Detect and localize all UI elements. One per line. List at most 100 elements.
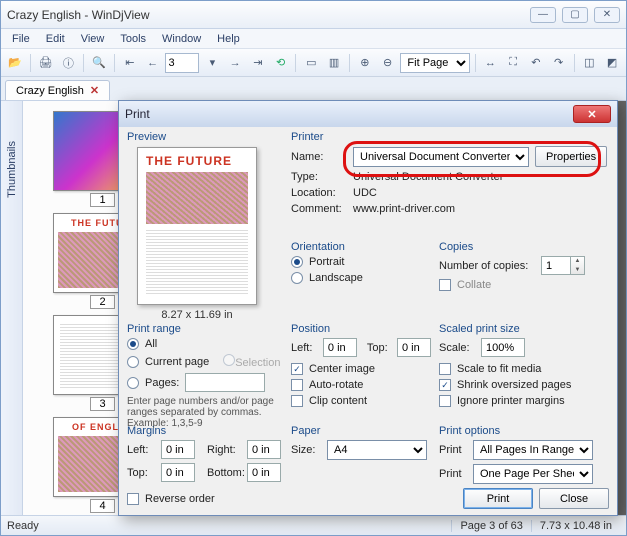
portrait-radio[interactable] <box>291 256 303 268</box>
margin-top-input[interactable] <box>161 463 195 482</box>
pos-top-input[interactable] <box>397 338 431 357</box>
collate-checkbox[interactable] <box>439 279 451 291</box>
printer-name-select[interactable]: Universal Document Converter <box>353 147 529 167</box>
layout-single-icon[interactable]: ▭ <box>301 53 321 73</box>
status-ready: Ready <box>7 520 39 532</box>
zoom-out-icon[interactable]: ⊖ <box>378 53 398 73</box>
paper-size-select[interactable]: A4 <box>327 440 427 460</box>
menu-help[interactable]: Help <box>210 31 247 47</box>
info-icon[interactable]: ⓘ <box>58 53 78 73</box>
clip-content-checkbox[interactable] <box>291 395 303 407</box>
dialog-title: Print <box>125 107 573 121</box>
maximize-button[interactable]: ▢ <box>562 7 588 23</box>
print-icon[interactable]: 🖨 <box>36 53 56 73</box>
zoom-mode-select[interactable]: Fit Page <box>400 53 469 73</box>
print-options-label: Print options <box>439 425 609 437</box>
printer-type-label: Type: <box>291 171 347 183</box>
paper-label: Paper <box>291 425 431 437</box>
dialog-print-button[interactable]: Print <box>463 488 533 509</box>
menu-edit[interactable]: Edit <box>39 31 72 47</box>
margin-bottom-input[interactable] <box>247 463 281 482</box>
copies-spinner[interactable]: ▲▼ <box>571 256 585 275</box>
printer-name-label: Name: <box>291 151 347 163</box>
close-button[interactable]: ✕ <box>594 7 620 23</box>
print-dialog: Print ✕ Preview THE FUTURE 8.27 x 11.69 … <box>118 100 618 516</box>
autorotate-checkbox[interactable] <box>291 379 303 391</box>
first-page-icon[interactable]: ⇤ <box>120 53 140 73</box>
copies-label: Copies <box>439 241 609 253</box>
menu-tools[interactable]: Tools <box>113 31 153 47</box>
ignore-margins-checkbox[interactable] <box>439 395 451 407</box>
pos-left-input[interactable] <box>323 338 357 357</box>
printer-type-value: Universal Document Converter <box>353 171 503 183</box>
range-pages-radio[interactable] <box>127 377 139 389</box>
thumb-num: 1 <box>90 193 114 207</box>
scale-fit-checkbox[interactable] <box>439 363 451 375</box>
rotate-left-icon[interactable]: ↶ <box>526 53 546 73</box>
minimize-button[interactable]: — <box>530 7 556 23</box>
nav-back-icon[interactable]: ⟲ <box>271 53 291 73</box>
find-icon[interactable]: 🔍 <box>89 53 109 73</box>
menu-file[interactable]: File <box>5 31 37 47</box>
range-selection-radio <box>223 354 235 366</box>
status-page: Page 3 of 63 <box>451 520 530 532</box>
range-pages-input[interactable] <box>185 373 265 392</box>
landscape-radio[interactable] <box>291 272 303 284</box>
range-all-radio[interactable] <box>127 338 139 350</box>
menu-window[interactable]: Window <box>155 31 208 47</box>
thumb-num: 2 <box>90 295 114 309</box>
page-dropdown-icon[interactable]: ▾ <box>202 53 222 73</box>
range-current-radio[interactable] <box>127 356 139 368</box>
printer-location-value: UDC <box>353 187 377 199</box>
shrink-checkbox[interactable]: ✓ <box>439 379 451 391</box>
thumb-num: 3 <box>90 397 114 411</box>
scale-input[interactable] <box>481 338 525 357</box>
zoom-in-icon[interactable]: ⊕ <box>355 53 375 73</box>
position-label: Position <box>291 323 431 335</box>
preview-label: Preview <box>127 131 267 143</box>
layout-continuous-icon[interactable]: ▥ <box>324 53 344 73</box>
open-icon[interactable]: 📂 <box>5 53 25 73</box>
dialog-close-button[interactable]: ✕ <box>573 105 611 123</box>
tab-close-icon[interactable]: ✕ <box>90 84 99 97</box>
titlebar: Crazy English - WinDjView — ▢ ✕ <box>1 1 626 29</box>
fit-page-icon[interactable]: ⛶ <box>503 53 523 73</box>
print-pages-select[interactable]: All Pages In Range <box>473 440 593 460</box>
document-tab[interactable]: Crazy English ✕ <box>5 80 110 100</box>
tool2-icon[interactable]: ◩ <box>602 53 622 73</box>
copies-num-label: Number of copies: <box>439 260 535 272</box>
tool1-icon[interactable]: ◫ <box>580 53 600 73</box>
prev-page-icon[interactable]: ← <box>143 53 163 73</box>
margin-left-input[interactable] <box>161 440 195 459</box>
margin-right-input[interactable] <box>247 440 281 459</box>
reverse-order-checkbox[interactable] <box>127 493 139 505</box>
menubar: File Edit View Tools Window Help <box>1 29 626 49</box>
rotate-right-icon[interactable]: ↷ <box>549 53 569 73</box>
page-number-input[interactable] <box>165 53 199 73</box>
printer-location-label: Location: <box>291 187 347 199</box>
printer-comment-label: Comment: <box>291 203 347 215</box>
thumbnails-sidebar-tab[interactable]: Thumbnails <box>1 101 23 515</box>
statusbar: Ready Page 3 of 63 7.73 x 10.48 in <box>1 515 626 535</box>
print-preview: THE FUTURE <box>137 147 257 305</box>
print-layout-select[interactable]: One Page Per Sheet <box>473 464 593 484</box>
printer-properties-button[interactable]: Properties <box>535 146 607 167</box>
fit-width-icon[interactable]: ↔ <box>481 53 501 73</box>
center-image-checkbox[interactable]: ✓ <box>291 363 303 375</box>
status-size: 7.73 x 10.48 in <box>531 520 620 532</box>
dialog-close-button[interactable]: Close <box>539 488 609 509</box>
menu-view[interactable]: View <box>74 31 112 47</box>
thumbnails-label: Thumbnails <box>6 141 18 198</box>
orientation-label: Orientation <box>291 241 421 253</box>
preview-dimensions: 8.27 x 11.69 in <box>127 309 267 321</box>
next-page-icon[interactable]: → <box>225 53 245 73</box>
last-page-icon[interactable]: ⇥ <box>248 53 268 73</box>
tab-label: Crazy English <box>16 85 84 97</box>
margins-label: Margins <box>127 425 287 437</box>
scaled-label: Scaled print size <box>439 323 609 335</box>
window-title: Crazy English - WinDjView <box>7 8 530 22</box>
copies-input[interactable] <box>541 256 571 275</box>
document-tabstrip: Crazy English ✕ <box>1 77 626 101</box>
range-label: Print range <box>127 323 287 335</box>
thumb-num: 4 <box>90 499 114 513</box>
